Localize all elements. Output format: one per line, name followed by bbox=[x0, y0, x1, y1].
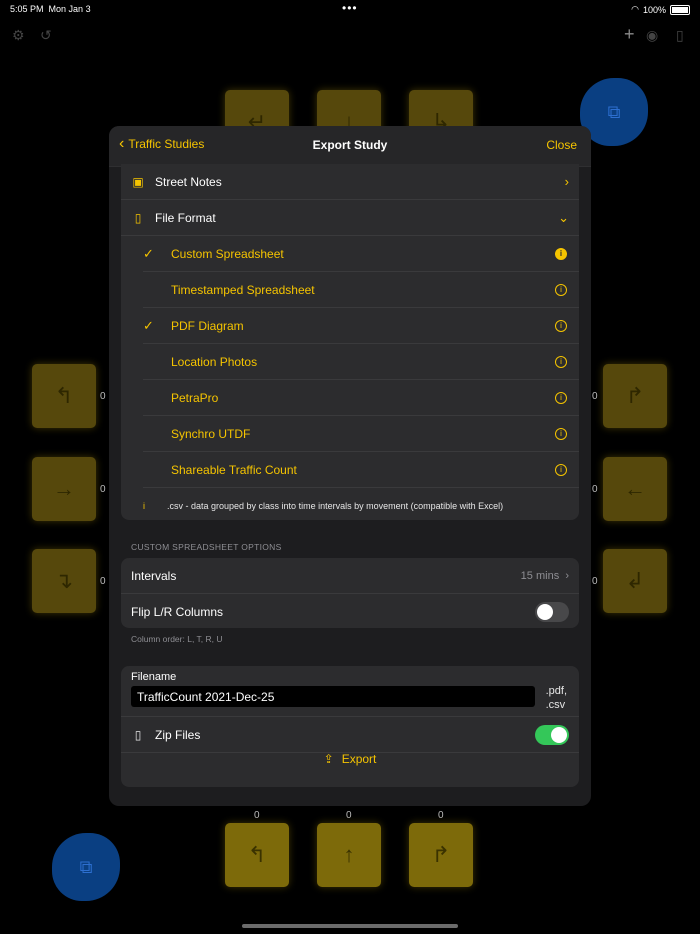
file-icon: ▯ bbox=[134, 210, 142, 225]
undo-icon[interactable]: ↺ bbox=[40, 27, 52, 44]
image-icon: ▣ bbox=[132, 174, 144, 189]
file-format-row[interactable]: ▯ File Format ⌄ bbox=[121, 200, 579, 236]
format-label: Synchro UTDF bbox=[171, 426, 251, 441]
zip-icon: ▯ bbox=[134, 727, 142, 742]
intervals-row[interactable]: Intervals 15 mins › bbox=[121, 558, 579, 594]
status-right: ◠ 100% bbox=[631, 4, 690, 15]
intervals-label: Intervals bbox=[131, 568, 177, 583]
zip-label: Zip Files bbox=[155, 727, 201, 742]
filename-section: Filename .pdf, .csv bbox=[121, 666, 579, 717]
format-note: i .csv - data grouped by class into time… bbox=[121, 488, 579, 520]
export-button[interactable]: ⇪ Export bbox=[121, 752, 579, 766]
info-icon[interactable]: i bbox=[555, 391, 567, 404]
zip-files-toggle[interactable] bbox=[535, 724, 569, 745]
modal-title: Export Study bbox=[312, 138, 388, 152]
format-label: PDF Diagram bbox=[171, 318, 244, 333]
format-label: Location Photos bbox=[171, 354, 258, 369]
gear-icon[interactable]: ⚙ bbox=[12, 27, 25, 44]
battery-icon bbox=[670, 4, 690, 15]
pad-left-3[interactable]: ↴ bbox=[32, 549, 96, 613]
pad-bottom-left[interactable]: ↰ bbox=[225, 823, 289, 887]
street-notes-label: Street Notes bbox=[155, 174, 222, 189]
count-right-3: 0 bbox=[592, 576, 598, 587]
pad-bottom-right[interactable]: ↱ bbox=[409, 823, 473, 887]
info-small-icon: i bbox=[143, 500, 145, 511]
format-label: PetraPro bbox=[171, 390, 219, 405]
info-icon[interactable]: i bbox=[555, 319, 567, 332]
format-note-text: .csv - data grouped by class into time i… bbox=[167, 500, 504, 511]
flip-columns-toggle[interactable] bbox=[535, 601, 569, 622]
count-right-1: 0 bbox=[592, 391, 598, 402]
format-option-synchro-utdf[interactable]: Synchro UTDF i bbox=[143, 416, 579, 452]
format-option-pdf-diagram[interactable]: ✓ PDF Diagram i bbox=[143, 308, 579, 344]
count-bottom-3: 0 bbox=[438, 810, 444, 821]
count-right-2: 0 bbox=[592, 484, 598, 495]
status-bar: 5:05 PM Mon Jan 3 ••• ◠ 100% bbox=[0, 0, 700, 18]
format-group: ▣ Street Notes › ▯ File Format ⌄ ✓ Custo… bbox=[121, 164, 579, 520]
format-option-location-photos[interactable]: Location Photos i bbox=[143, 344, 579, 380]
filename-input[interactable] bbox=[131, 686, 535, 707]
plus-icon[interactable]: + bbox=[624, 24, 635, 45]
count-bottom-2: 0 bbox=[346, 810, 352, 821]
custom-options-group: Intervals 15 mins › Flip L/R Columns bbox=[121, 558, 579, 628]
pad-bottom-through[interactable]: ↑ bbox=[317, 823, 381, 887]
info-icon[interactable]: i bbox=[555, 283, 567, 296]
home-indicator[interactable] bbox=[242, 924, 458, 928]
copy-blob-bottom-icon[interactable]: ⧉ bbox=[52, 833, 120, 901]
column-order-note: Column order: L, T, R, U bbox=[131, 634, 223, 644]
checkmark-icon: ✓ bbox=[143, 245, 154, 261]
info-icon[interactable]: i bbox=[555, 355, 567, 368]
modal-navbar: ‹ Traffic Studies Export Study Close bbox=[109, 126, 591, 167]
export-label: Export bbox=[341, 752, 377, 766]
count-bottom-1: 0 bbox=[254, 810, 260, 821]
filename-label: Filename bbox=[131, 671, 177, 683]
chevron-right-icon: › bbox=[564, 174, 569, 189]
custom-options-header: CUSTOM SPREADSHEET OPTIONS bbox=[131, 542, 282, 552]
multitasking-dots-icon[interactable]: ••• bbox=[342, 1, 358, 15]
checkmark-icon: ✓ bbox=[143, 317, 154, 333]
pad-right-1[interactable]: ↱ bbox=[603, 364, 667, 428]
record-icon[interactable]: ◉ bbox=[646, 27, 658, 44]
flip-label: Flip L/R Columns bbox=[131, 604, 224, 619]
count-left-1: 0 bbox=[100, 391, 106, 402]
intervals-value-wrap: 15 mins › bbox=[521, 570, 569, 582]
pad-left-2[interactable]: → bbox=[32, 457, 96, 521]
intervals-value: 15 mins bbox=[520, 569, 560, 582]
format-label: Shareable Traffic Count bbox=[171, 462, 297, 477]
pad-right-3[interactable]: ↲ bbox=[603, 549, 667, 613]
info-icon[interactable]: i bbox=[555, 427, 567, 440]
format-option-timestamped-spreadsheet[interactable]: Timestamped Spreadsheet i bbox=[143, 272, 579, 308]
chevron-right-icon: › bbox=[565, 569, 569, 582]
status-time: 5:05 PM Mon Jan 3 bbox=[10, 4, 91, 14]
count-left-3: 0 bbox=[100, 576, 106, 587]
format-option-custom-spreadsheet[interactable]: ✓ Custom Spreadsheet i bbox=[143, 236, 579, 272]
count-left-2: 0 bbox=[100, 484, 106, 495]
zip-files-row: ▯ Zip Files bbox=[121, 717, 579, 753]
export-study-modal: ‹ Traffic Studies Export Study Close ▣ S… bbox=[109, 126, 591, 806]
pad-left-1[interactable]: ↰ bbox=[32, 364, 96, 428]
document-icon[interactable]: ▯ bbox=[676, 27, 684, 44]
chevron-down-icon: ⌄ bbox=[558, 209, 569, 225]
wifi-icon: ◠ bbox=[631, 4, 639, 14]
street-notes-row[interactable]: ▣ Street Notes › bbox=[121, 164, 579, 200]
format-option-shareable-traffic-count[interactable]: Shareable Traffic Count i bbox=[143, 452, 579, 488]
filename-group: Filename .pdf, .csv ▯ Zip Files ⇪ Export bbox=[121, 666, 579, 787]
battery-percent: 100% bbox=[642, 4, 666, 15]
file-format-label: File Format bbox=[155, 210, 216, 225]
pad-right-2[interactable]: ← bbox=[603, 457, 667, 521]
format-option-petrapro[interactable]: PetraPro i bbox=[143, 380, 579, 416]
format-label: Timestamped Spreadsheet bbox=[171, 282, 315, 297]
format-label: Custom Spreadsheet bbox=[171, 246, 284, 261]
flip-columns-row: Flip L/R Columns bbox=[121, 594, 579, 628]
info-icon[interactable]: i bbox=[555, 463, 567, 476]
share-icon: ⇪ bbox=[323, 752, 334, 766]
info-icon[interactable]: i bbox=[555, 247, 567, 260]
close-button[interactable]: Close bbox=[546, 138, 577, 152]
filename-extensions: .pdf, .csv bbox=[545, 685, 567, 711]
